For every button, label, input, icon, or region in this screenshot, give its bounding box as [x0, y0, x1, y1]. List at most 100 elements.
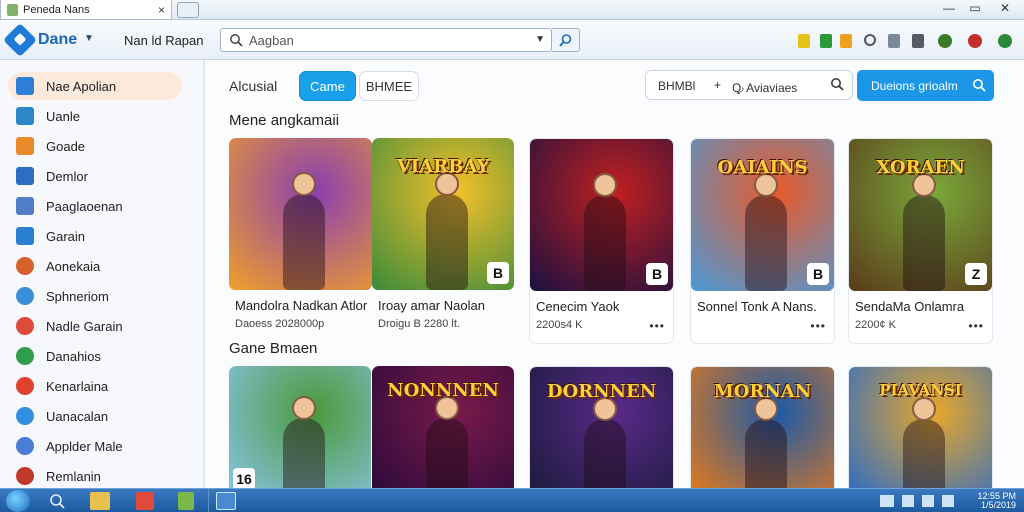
game-thumbnail[interactable]: VIARBAY B	[372, 138, 514, 290]
game-meta: 2200¢ K	[855, 319, 896, 331]
profile-icon[interactable]	[938, 34, 952, 48]
game-thumbnail[interactable]: PIAVANSI	[849, 367, 992, 488]
game-thumbnail[interactable]: XORAEN Z	[849, 139, 992, 291]
brand-name[interactable]: Dane	[38, 31, 77, 49]
bookmark-icon[interactable]	[888, 34, 900, 48]
more-options-icon[interactable]: •••	[649, 319, 665, 333]
search-icon[interactable]	[48, 492, 66, 510]
close-window-button[interactable]: ✕	[992, 0, 1018, 18]
game-title[interactable]: SendaMa Onlamra	[855, 299, 964, 314]
character-art	[745, 397, 788, 488]
extension-icon[interactable]	[798, 34, 810, 48]
search-input[interactable]	[249, 32, 529, 48]
more-options-icon[interactable]: •••	[810, 319, 826, 333]
folder-icon[interactable]	[90, 492, 110, 510]
game-thumbnail[interactable]: MORNAN	[691, 367, 834, 488]
game-card[interactable]: XORAEN Z SendaMa Onlamra 2200¢ K •••	[848, 138, 993, 344]
browser-tab[interactable]: Ρeneda Nans ×	[0, 0, 172, 20]
game-card[interactable]: MORNAN	[690, 366, 835, 488]
plus-icon[interactable]: +	[714, 78, 721, 92]
sidebar-item[interactable]: Goade	[8, 132, 182, 160]
sidebar-item[interactable]: Uanacalan	[8, 402, 182, 430]
game-card[interactable]: DORNNEN	[529, 366, 674, 488]
sidebar-item[interactable]: Demlor	[8, 162, 182, 190]
sort-left-label[interactable]: BHMBl	[658, 79, 695, 93]
sidebar: Nae Apolian Uanle Goade Demlor Paaglaoenan Ga…	[0, 60, 204, 488]
game-card[interactable]: 16	[229, 366, 371, 488]
sort-right-label[interactable]: Ꝙ Aviaviaes	[732, 79, 797, 96]
sidebar-item[interactable]: Nae Apolian	[8, 72, 182, 100]
sync-icon[interactable]	[864, 34, 876, 46]
game-thumbnail[interactable]	[229, 138, 372, 290]
game-thumbnail[interactable]: OAIAINS B	[691, 139, 834, 291]
tab-title: Ρeneda Nans	[23, 3, 90, 16]
filter-label: Alcusial	[229, 78, 278, 94]
sidebar-item[interactable]: Applder Male	[8, 432, 182, 460]
brand-chevron-icon[interactable]: ▼	[84, 33, 94, 44]
volume-icon[interactable]	[922, 495, 934, 507]
new-tab-button[interactable]	[177, 2, 199, 18]
game-thumbnail[interactable]: B	[530, 139, 673, 291]
search-icon[interactable]	[830, 77, 844, 91]
game-thumbnail[interactable]: 16	[229, 366, 371, 488]
game-card[interactable]: NONNNEN	[372, 366, 514, 488]
sort-search-box[interactable]: BHMBl + Ꝙ Aviaviaes	[645, 70, 853, 100]
sidebar-item-label: Demlor	[46, 168, 88, 184]
cta-button[interactable]: Dueions grioalm	[857, 70, 994, 101]
extension-icon[interactable]	[820, 34, 832, 48]
sidebar-item[interactable]: Remlanin	[8, 462, 182, 490]
character-head	[593, 173, 618, 197]
sidebar-item[interactable]: Sphneriom	[8, 282, 182, 310]
battery-icon[interactable]	[942, 495, 954, 507]
pdf-icon[interactable]	[136, 492, 154, 510]
sidebar-item[interactable]: Kenarlaina	[8, 372, 182, 400]
address-bar[interactable]: ▼	[220, 28, 552, 52]
rating-badge: B	[487, 262, 509, 284]
sidebar-item[interactable]: Paaglaoenan	[8, 192, 182, 220]
game-title[interactable]: Iroay amar Naolan	[378, 298, 485, 313]
menu-icon[interactable]	[998, 34, 1012, 48]
character-art	[584, 397, 627, 488]
app-logo-icon[interactable]	[3, 23, 37, 57]
sidebar-item-label: Uanle	[46, 108, 80, 124]
app-icon[interactable]	[178, 492, 194, 510]
start-button[interactable]	[6, 490, 30, 512]
game-title[interactable]: Mandolra Nadkan Atlor	[235, 298, 367, 313]
clock[interactable]: 12:55 PM 1/5/2019	[977, 492, 1016, 510]
game-thumbnail[interactable]: DORNNEN	[530, 367, 673, 488]
sidebar-item[interactable]: Uanle	[8, 102, 182, 130]
maximize-button[interactable]: ▭	[962, 0, 988, 18]
tray-icon[interactable]	[880, 495, 894, 507]
more-options-icon[interactable]: •••	[968, 319, 984, 333]
network-icon[interactable]	[902, 495, 914, 507]
chevron-down-icon[interactable]: ▼	[535, 34, 545, 45]
extension-icon[interactable]	[840, 34, 852, 48]
sidebar-item[interactable]: Aonekaia	[8, 252, 182, 280]
sidebar-item[interactable]: Garain	[8, 222, 182, 250]
minimize-button[interactable]: —	[936, 0, 962, 18]
sidebar-item-label: Applder Male	[46, 438, 123, 454]
tab-game[interactable]: Came	[299, 71, 356, 101]
title-bar: Ρeneda Nans × — ▭ ✕	[0, 0, 1024, 20]
game-card[interactable]: VIARBAY B Iroay amar Naolan Droigu B 2280 l…	[372, 138, 514, 344]
game-thumbnail[interactable]: NONNNEN	[372, 366, 514, 488]
window-icon	[16, 107, 34, 125]
go-search-button[interactable]	[552, 28, 580, 52]
game-card[interactable]: OAIAINS B Sonnel Tonk A Nans. •••	[690, 138, 835, 344]
character-art	[745, 173, 788, 291]
game-title[interactable]: Cenecim Yaok	[536, 299, 619, 314]
game-title[interactable]: Sonnel Tonk A Nans.	[697, 299, 817, 314]
close-tab-icon[interactable]: ×	[158, 3, 165, 17]
pin-icon	[16, 377, 34, 395]
tab-home[interactable]: BHMEE	[359, 71, 419, 101]
browser-task-icon[interactable]	[216, 492, 236, 510]
game-card[interactable]: B Cenecim Yaok 2200s4 K •••	[529, 138, 674, 344]
alert-icon[interactable]	[968, 34, 982, 48]
sidebar-item[interactable]: Danahios	[8, 342, 182, 370]
tablet-icon[interactable]	[912, 34, 924, 48]
game-card[interactable]: PIAVANSI	[848, 366, 993, 488]
game-card[interactable]: Mandolra Nadkan Atlor Daoess 2028000p	[229, 138, 372, 344]
nav-label[interactable]: Nan ld Rapan	[124, 33, 204, 48]
sidebar-item[interactable]: Nadle Garain	[8, 312, 182, 340]
game-art-title: NONNNEN	[387, 380, 499, 401]
